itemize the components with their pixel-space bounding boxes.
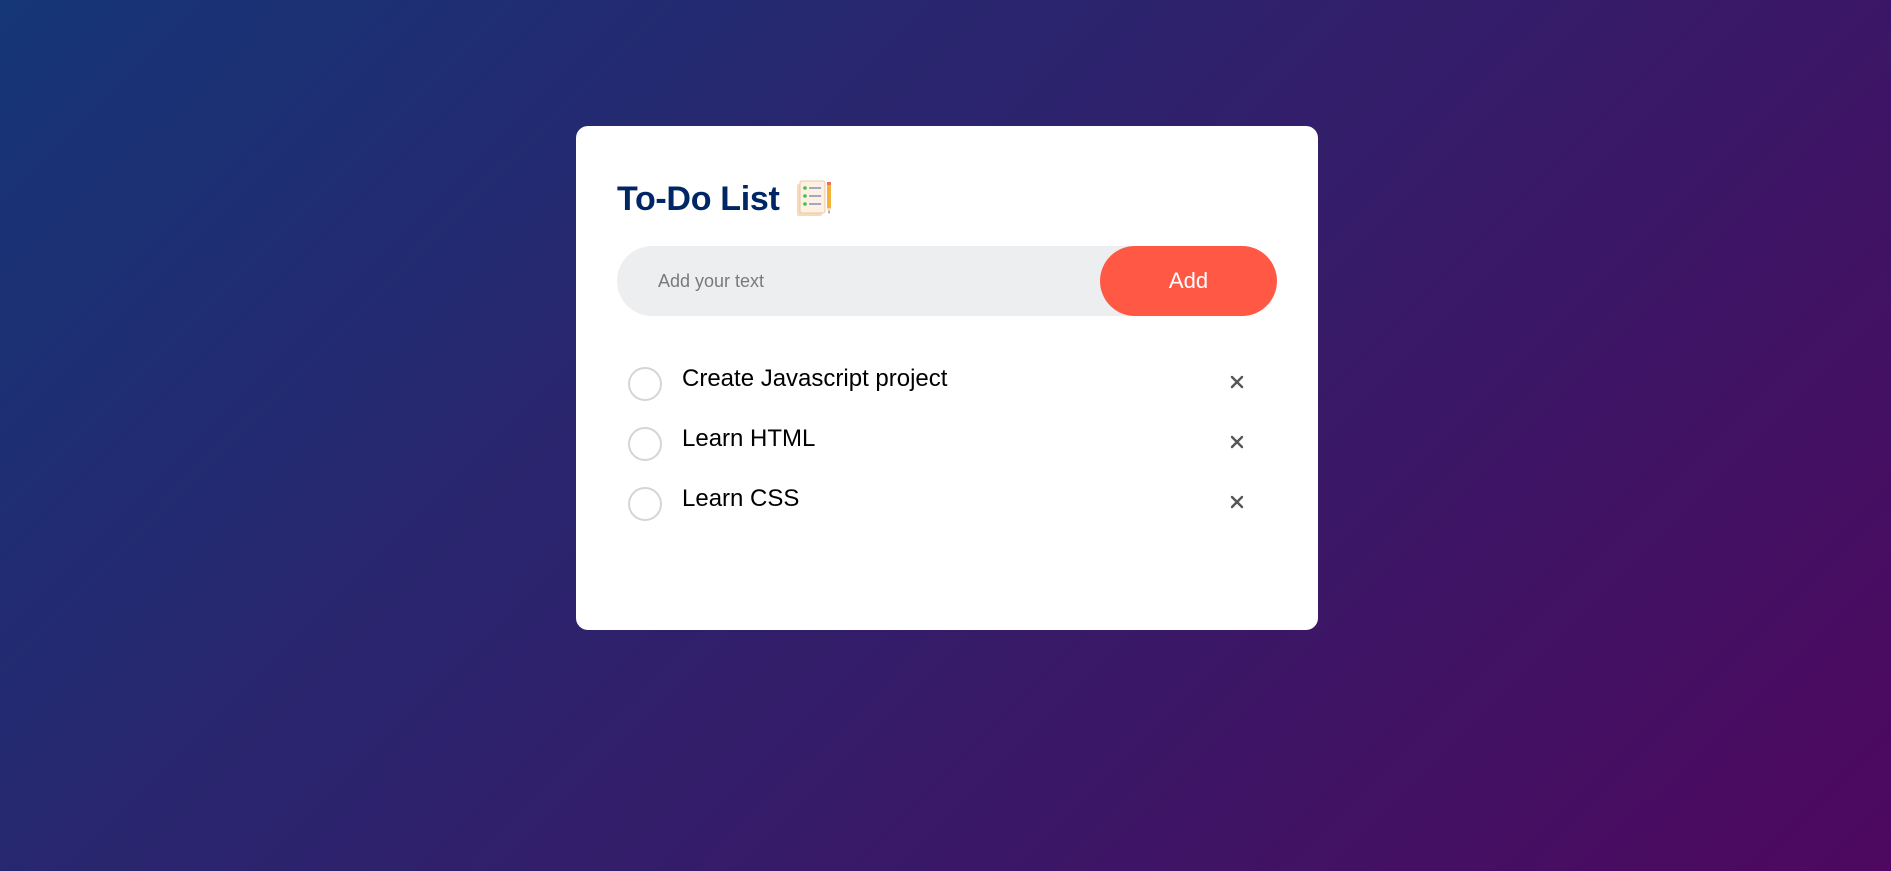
circle-check-icon[interactable] [628,427,662,461]
circle-check-icon[interactable] [628,487,662,521]
task-text: Learn CSS [682,485,800,512]
close-icon[interactable] [1221,426,1253,458]
list-item[interactable]: Create Javascript project [617,352,1277,412]
list-item[interactable]: Learn CSS [617,472,1277,532]
page-title: To-Do List [617,180,780,218]
todo-card: To-Do List Add Create Javas [576,126,1318,630]
circle-check-icon[interactable] [628,367,662,401]
add-task-bar: Add [617,246,1277,316]
add-button[interactable]: Add [1100,246,1277,316]
task-text: Learn HTML [682,425,816,452]
close-icon[interactable] [1221,486,1253,518]
task-input[interactable] [617,246,1100,316]
list-item[interactable]: Learn HTML [617,412,1277,472]
header: To-Do List [617,178,1277,220]
task-list: Create Javascript project Learn HTML Lea… [617,352,1277,532]
checklist-notepad-icon [794,179,834,219]
task-text: Create Javascript project [682,365,948,392]
close-icon[interactable] [1221,366,1253,398]
